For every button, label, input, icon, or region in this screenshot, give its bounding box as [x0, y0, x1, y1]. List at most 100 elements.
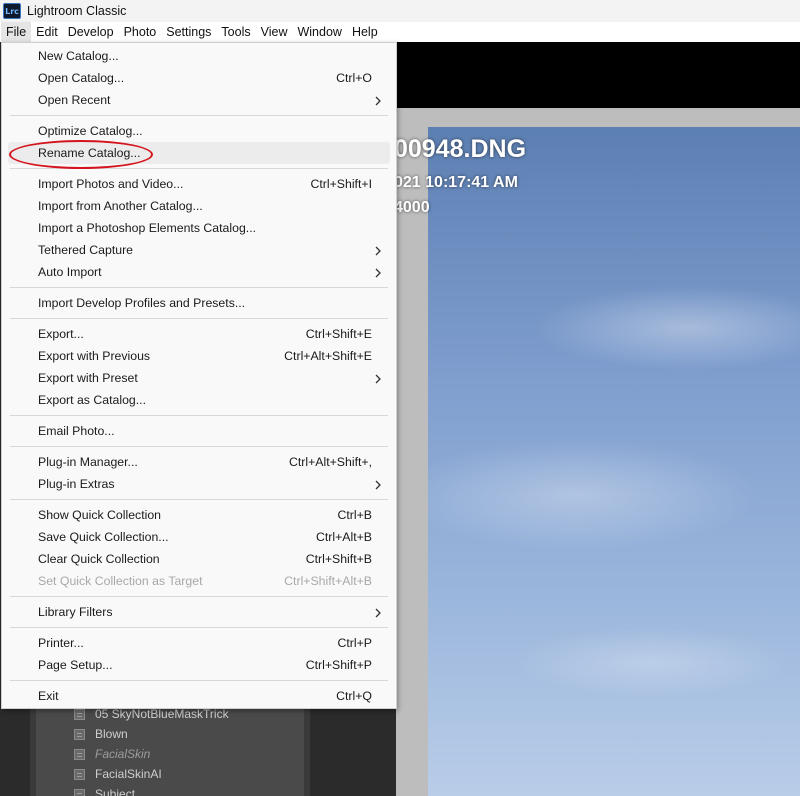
file-menu-set-quick-collection-as-target: Set Quick Collection as Target Ctrl+Shift…	[2, 570, 396, 592]
menu-separator	[10, 627, 388, 628]
menu-tools[interactable]: Tools	[216, 22, 255, 42]
collection-item[interactable]: Blown	[74, 724, 128, 744]
file-menu-page-setup[interactable]: Page Setup... Ctrl+Shift+P	[2, 654, 396, 676]
file-menu-export-with-preset[interactable]: Export with Preset	[2, 367, 396, 389]
menu-item-label: Email Photo...	[38, 424, 115, 438]
menu-separator	[10, 415, 388, 416]
menu-item-label: Plug-in Extras	[38, 477, 115, 491]
menu-file[interactable]: File	[1, 22, 32, 42]
collection-label: FacialSkin	[95, 747, 151, 761]
menu-item-label: Export...	[38, 327, 84, 341]
menu-item-label: Save Quick Collection...	[38, 530, 169, 544]
menu-item-label: Optimize Catalog...	[38, 124, 143, 138]
collection-label: 05 SkyNotBlueMaskTrick	[95, 707, 229, 721]
photo-preview[interactable]	[428, 127, 800, 796]
collection-item[interactable]: Subject	[74, 784, 135, 796]
file-menu-exit[interactable]: Exit Ctrl+Q	[2, 685, 396, 707]
menu-window[interactable]: Window	[292, 22, 346, 42]
menu-separator	[10, 680, 388, 681]
menu-item-label: Export with Preset	[38, 371, 138, 385]
file-menu-clear-quick-collection[interactable]: Clear Quick Collection Ctrl+Shift+B	[2, 548, 396, 570]
window-title: Lightroom Classic	[27, 4, 127, 18]
collection-label: FacialSkinAI	[95, 767, 162, 781]
menu-help[interactable]: Help	[347, 22, 383, 42]
chevron-right-icon	[374, 372, 382, 384]
file-menu-optimize-catalog[interactable]: Optimize Catalog...	[2, 120, 396, 142]
menu-item-shortcut: Ctrl+Shift+P	[305, 658, 372, 672]
menu-edit[interactable]: Edit	[31, 22, 63, 42]
menu-develop[interactable]: Develop	[63, 22, 119, 42]
file-menu-show-quick-collection[interactable]: Show Quick Collection Ctrl+B	[2, 504, 396, 526]
menu-item-shortcut: Ctrl+Shift+E	[305, 327, 372, 341]
info-overlay-datetime: 021 10:17:41 AM	[394, 174, 518, 191]
file-menu-library-filters[interactable]: Library Filters	[2, 601, 396, 623]
collection-label: Blown	[95, 727, 128, 741]
menu-item-label: Export with Previous	[38, 349, 151, 363]
file-menu-import-from-another-catalog[interactable]: Import from Another Catalog...	[2, 195, 396, 217]
file-menu-tethered-capture[interactable]: Tethered Capture	[2, 239, 396, 261]
file-menu-export-as-catalog[interactable]: Export as Catalog...	[2, 389, 396, 411]
menu-item-shortcut: Ctrl+Alt+B	[315, 530, 372, 544]
file-menu-export[interactable]: Export... Ctrl+Shift+E	[2, 323, 396, 345]
menu-item-shortcut: Ctrl+Shift+Alt+B	[284, 574, 372, 588]
collection-icon	[74, 708, 85, 720]
file-menu-save-quick-collection[interactable]: Save Quick Collection... Ctrl+Alt+B	[2, 526, 396, 548]
menu-settings[interactable]: Settings	[161, 22, 216, 42]
menu-item-shortcut: Ctrl+Alt+Shift+,	[288, 455, 372, 469]
collection-item[interactable]: FacialSkin	[74, 744, 150, 764]
collection-label: Subject	[95, 787, 136, 796]
collection-icon	[74, 748, 85, 760]
file-menu-plug-in-extras[interactable]: Plug-in Extras	[2, 473, 396, 495]
info-overlay-iso: 4000	[394, 199, 430, 216]
file-menu-import-develop-profiles-and-presets[interactable]: Import Develop Profiles and Presets...	[2, 292, 396, 314]
file-menu-import-photos-and-video[interactable]: Import Photos and Video... Ctrl+Shift+I	[2, 173, 396, 195]
chevron-right-icon	[374, 606, 382, 618]
file-menu-open-recent[interactable]: Open Recent	[2, 89, 396, 111]
menu-item-label: Library Filters	[38, 605, 113, 619]
menu-view[interactable]: View	[256, 22, 293, 42]
menu-item-label: Import Develop Profiles and Presets...	[38, 296, 246, 310]
menu-item-shortcut: Ctrl+Alt+Shift+E	[284, 349, 372, 363]
info-overlay-filename: 00948.DNG	[394, 135, 527, 163]
file-menu-import-a-photoshop-elements-catalog[interactable]: Import a Photoshop Elements Catalog...	[2, 217, 396, 239]
collection-item[interactable]: FacialSkinAI	[74, 764, 162, 784]
collection-icon	[74, 768, 85, 780]
menu-bar: File Edit Develop Photo Settings Tools View Win…	[0, 22, 800, 42]
filmstrip-header	[396, 42, 800, 108]
file-menu-open-catalog[interactable]: Open Catalog... Ctrl+O	[2, 67, 396, 89]
menu-item-label: Import from Another Catalog...	[38, 199, 203, 213]
menu-item-label: Import a Photoshop Elements Catalog...	[38, 221, 257, 235]
menu-item-shortcut: Ctrl+B	[337, 508, 372, 522]
file-menu-printer[interactable]: Printer... Ctrl+P	[2, 632, 396, 654]
highlight-annotation-circle	[9, 140, 153, 169]
collection-icon	[74, 728, 85, 740]
file-menu-new-catalog[interactable]: New Catalog...	[2, 45, 396, 67]
menu-item-label: Exit	[38, 689, 59, 703]
menu-item-label: Show Quick Collection	[38, 508, 162, 522]
menu-item-label: Auto Import	[38, 265, 102, 279]
menu-item-label: New Catalog...	[38, 49, 119, 63]
chevron-right-icon	[374, 266, 382, 278]
menu-item-shortcut: Ctrl+Shift+B	[305, 552, 372, 566]
menu-item-label: Open Catalog...	[38, 71, 125, 85]
menu-item-shortcut: Ctrl+O	[336, 71, 372, 85]
file-menu-plug-in-manager[interactable]: Plug-in Manager... Ctrl+Alt+Shift+,	[2, 451, 396, 473]
menu-item-label: Open Recent	[38, 93, 111, 107]
menu-photo[interactable]: Photo	[119, 22, 162, 42]
file-menu-export-with-previous[interactable]: Export with Previous Ctrl+Alt+Shift+E	[2, 345, 396, 367]
file-menu-auto-import[interactable]: Auto Import	[2, 261, 396, 283]
file-menu-email-photo[interactable]: Email Photo...	[2, 420, 396, 442]
chevron-right-icon	[374, 94, 382, 106]
menu-separator	[10, 318, 388, 319]
menu-item-label: Plug-in Manager...	[38, 455, 138, 469]
menu-item-label: Page Setup...	[38, 658, 113, 672]
menu-item-label: Tethered Capture	[38, 243, 134, 257]
lightroom-app-icon: Lrc	[3, 3, 21, 19]
chevron-right-icon	[374, 478, 382, 490]
title-bar: Lrc Lightroom Classic	[0, 0, 800, 22]
menu-item-label: Printer...	[38, 636, 84, 650]
menu-item-shortcut: Ctrl+Shift+I	[310, 177, 372, 191]
menu-separator	[10, 596, 388, 597]
menu-separator	[10, 115, 388, 116]
menu-item-label: Export as Catalog...	[38, 393, 146, 407]
